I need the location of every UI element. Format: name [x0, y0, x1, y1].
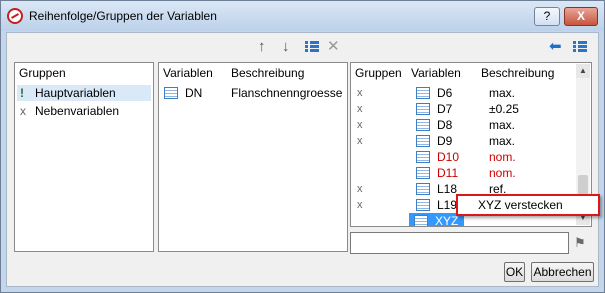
dialog-window: Reihenfolge/Gruppen der Variablen ? X ↑ …: [0, 0, 605, 293]
help-button[interactable]: ?: [534, 7, 560, 26]
arrow-down-icon[interactable]: ↓: [282, 39, 290, 55]
variable-description: nom.: [489, 150, 516, 164]
variable-name: XYZ: [435, 214, 459, 227]
variable-name: D10: [437, 150, 460, 164]
delete-icon[interactable]: ✕: [327, 39, 340, 55]
variable-description: max.: [489, 134, 516, 148]
dialog-client: ↑ ↓ ✕ ⬅ Gruppen ! Hauptvariablen x Neben…: [6, 32, 599, 287]
variable-icon: [416, 183, 430, 195]
titlebar: Reihenfolge/Gruppen der Variablen ? X: [1, 1, 604, 31]
arrow-up-icon[interactable]: ↑: [258, 39, 266, 55]
search-input[interactable]: [350, 232, 569, 254]
window-title: Reihenfolge/Gruppen der Variablen: [29, 9, 217, 23]
group-marker: x: [357, 103, 363, 115]
variable-icon: [416, 119, 430, 131]
variable-icon: [416, 151, 430, 163]
variable-name: D6: [437, 86, 453, 100]
arrow-left-icon[interactable]: ⬅: [549, 39, 562, 55]
variable-name: D8: [437, 118, 453, 132]
variable-description: nom.: [489, 166, 516, 180]
variable-description: Flanschnenngroesse: [231, 86, 343, 100]
clear-filter-icon[interactable]: ⚑: [574, 235, 586, 251]
variable-icon: [164, 87, 178, 99]
variable-description: ±0.25: [489, 102, 519, 116]
groups-panel: Gruppen ! Hauptvariablen x Nebenvariable…: [14, 62, 154, 252]
variable-icon: [416, 103, 430, 115]
hide-variable-menu-item[interactable]: XYZ verstecken: [478, 198, 563, 212]
groups-header: Gruppen: [19, 66, 66, 80]
variable-icon: [416, 199, 430, 211]
groups-column-header: Gruppen: [355, 66, 402, 80]
variable-icon: [416, 167, 430, 179]
table-row[interactable]: x D6 max.: [353, 85, 573, 101]
variable-icon: [416, 87, 430, 99]
variable-name: L18: [437, 182, 458, 196]
group-marker: x: [357, 119, 363, 131]
table-row[interactable]: DN Flanschnenngroesse: [161, 85, 345, 101]
list-grid-icon-right[interactable]: [573, 41, 587, 53]
variable-icon: [416, 135, 430, 147]
table-row[interactable]: x D9 max.: [353, 133, 573, 149]
context-menu: XYZ verstecken: [456, 194, 600, 216]
group-marker: x: [357, 199, 363, 211]
table-row[interactable]: x D7 ±0.25: [353, 101, 573, 117]
group-marker: x: [357, 183, 363, 195]
scroll-up-button[interactable]: ▲: [576, 64, 590, 78]
table-row[interactable]: x D8 max.: [353, 117, 573, 133]
app-icon: [7, 8, 23, 24]
group-item[interactable]: ! Hauptvariablen: [17, 85, 151, 101]
variable-description: max.: [489, 86, 516, 100]
close-button[interactable]: X: [564, 7, 598, 26]
description-column-header: Beschreibung: [481, 66, 555, 80]
ok-button[interactable]: OK: [504, 262, 525, 282]
group-item[interactable]: x Nebenvariablen: [17, 103, 151, 119]
variable-name: D9: [437, 134, 453, 148]
variables-header: Variablen: [163, 66, 213, 80]
group-marker: x: [357, 87, 363, 99]
table-row[interactable]: D11 nom.: [353, 165, 573, 181]
variable-name: DN: [185, 86, 203, 100]
variable-name: L19: [437, 198, 458, 212]
variable-name: D11: [437, 166, 459, 180]
variable-icon: [414, 215, 428, 226]
table-row[interactable]: D10 nom.: [353, 149, 573, 165]
variables-column-header: Variablen: [411, 66, 461, 80]
group-label: Hauptvariablen: [35, 86, 116, 100]
group-marker: x: [357, 135, 363, 147]
variable-description: max.: [489, 118, 516, 132]
cancel-button[interactable]: Abbrechen: [531, 262, 594, 282]
group-marker-icon: x: [20, 104, 26, 118]
variables-panel: Variablen Beschreibung DN Flanschnenngro…: [158, 62, 348, 252]
description-header: Beschreibung: [231, 66, 305, 80]
group-marker-icon: !: [20, 86, 24, 100]
variable-name: D7: [437, 102, 453, 116]
list-grid-icon[interactable]: [305, 41, 319, 53]
group-label: Nebenvariablen: [35, 104, 120, 118]
